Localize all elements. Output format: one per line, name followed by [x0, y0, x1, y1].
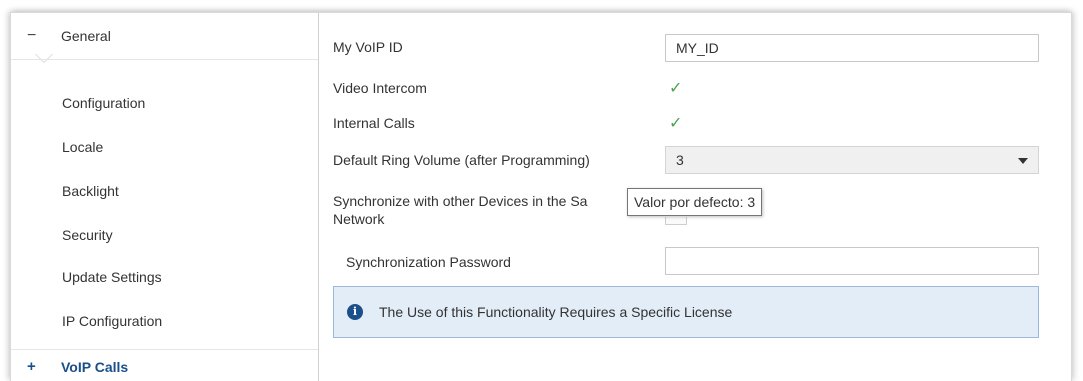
default-value-tooltip: Valor por defecto: 3 [627, 188, 763, 216]
internal-calls-label: Internal Calls [333, 115, 415, 131]
sync-password-label: Synchronization Password [346, 254, 511, 270]
tree-notch [35, 53, 53, 62]
video-intercom-label: Video Intercom [333, 80, 427, 96]
sidebar-item-ip-configuration[interactable]: IP Configuration [62, 313, 162, 329]
divider [11, 59, 318, 60]
chevron-down-icon [1018, 158, 1028, 164]
ring-volume-label: Default Ring Volume (after Programming) [333, 152, 590, 168]
sidebar-item-backlight[interactable]: Backlight [62, 183, 119, 199]
settings-panel: My VoIP ID MY_ID Video Intercom ✓ Intern… [320, 13, 1071, 381]
license-info-text: The Use of this Functionality Requires a… [379, 304, 733, 320]
window-frame: − General Configuration Locale Backlight… [10, 12, 1072, 381]
internal-calls-checkbox[interactable]: ✓ [669, 116, 685, 132]
collapse-icon[interactable]: − [27, 27, 49, 45]
tree-node-general-label: General [61, 28, 111, 44]
tree-node-general[interactable]: − General [11, 13, 318, 59]
voip-id-label: My VoIP ID [333, 39, 403, 55]
ring-volume-value: 3 [676, 152, 684, 168]
sidebar-item-update-settings[interactable]: Update Settings [62, 269, 162, 285]
license-info-box: i The Use of this Functionality Requires… [333, 286, 1039, 338]
voip-id-input[interactable]: MY_ID [665, 34, 1039, 62]
ring-volume-select[interactable]: 3 [665, 146, 1039, 174]
sync-password-input[interactable] [665, 247, 1039, 275]
synchronize-label: Synchronize with other Devices in the Sa [333, 193, 588, 209]
tree-node-voip-calls-label: VoIP Calls [61, 358, 129, 375]
info-icon: i [347, 304, 363, 320]
sidebar-item-configuration[interactable]: Configuration [62, 95, 145, 111]
expand-icon[interactable]: + [27, 358, 49, 375]
synchronize-label-line2: Network [333, 211, 385, 227]
synchronize-checkbox[interactable] [665, 217, 687, 225]
sidebar-item-locale[interactable]: Locale [62, 139, 103, 155]
sidebar-item-security[interactable]: Security [62, 227, 113, 243]
sidebar-tree: − General Configuration Locale Backlight… [11, 13, 319, 381]
video-intercom-checkbox[interactable]: ✓ [669, 81, 685, 97]
tree-node-voip-calls[interactable]: + VoIP Calls [11, 349, 318, 381]
